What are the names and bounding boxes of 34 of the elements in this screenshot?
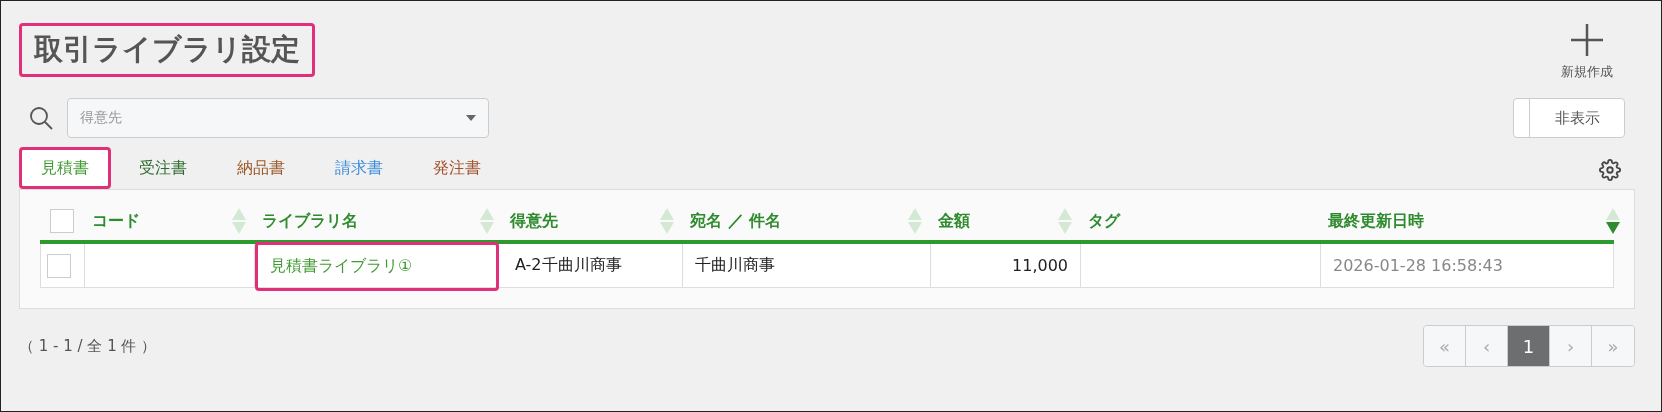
column-header: 得意先 [510, 210, 558, 232]
column-header: タグ [1088, 210, 1120, 232]
document-tab[interactable]: 発注書 [411, 147, 503, 189]
first-page-button[interactable]: « [1424, 326, 1466, 366]
hide-button[interactable]: 非表示 [1513, 98, 1625, 138]
previous-page-button[interactable]: ‹ [1466, 326, 1508, 366]
table-cell: 千曲川商事 [695, 255, 775, 276]
page-button[interactable]: 1 [1508, 326, 1550, 366]
plus-icon [1570, 23, 1604, 57]
select-all-checkbox[interactable] [50, 209, 74, 233]
document-tab[interactable]: 見積書 [19, 147, 111, 189]
next-page-button[interactable]: › [1550, 326, 1592, 366]
document-tab[interactable]: 請求書 [313, 147, 405, 189]
caret-icon [466, 115, 476, 121]
page-title: 取引ライブラリ設定 [19, 23, 315, 77]
column-header: 最終更新日時 [1328, 210, 1424, 232]
last-page-button[interactable]: » [1592, 326, 1634, 366]
sort-icon[interactable] [1606, 208, 1620, 234]
search-icon[interactable] [29, 106, 53, 130]
column-header: ライブラリ名 [262, 210, 358, 232]
settings-icon[interactable] [1599, 159, 1621, 181]
table-cell: 2026-01-28 16:58:43 [1333, 256, 1503, 275]
result-count: （ 1 - 1 / 全 1 件 ） [19, 336, 157, 356]
table-cell: A-2千曲川商事 [515, 255, 622, 276]
row-checkbox[interactable] [47, 253, 71, 278]
column-header: 宛名 ／ 件名 [690, 210, 782, 232]
table-cell: 11,000 [1012, 256, 1068, 275]
new-button[interactable]: 新規作成 [1561, 23, 1613, 81]
customer-select[interactable]: 得意先 [67, 98, 489, 138]
document-tab[interactable]: 受注書 [117, 147, 209, 189]
column-header: コード [92, 210, 140, 232]
column-header: 金額 [938, 210, 970, 232]
library-name-link[interactable]: 見積書ライブラリ① [270, 256, 413, 277]
document-tab[interactable]: 納品書 [215, 147, 307, 189]
